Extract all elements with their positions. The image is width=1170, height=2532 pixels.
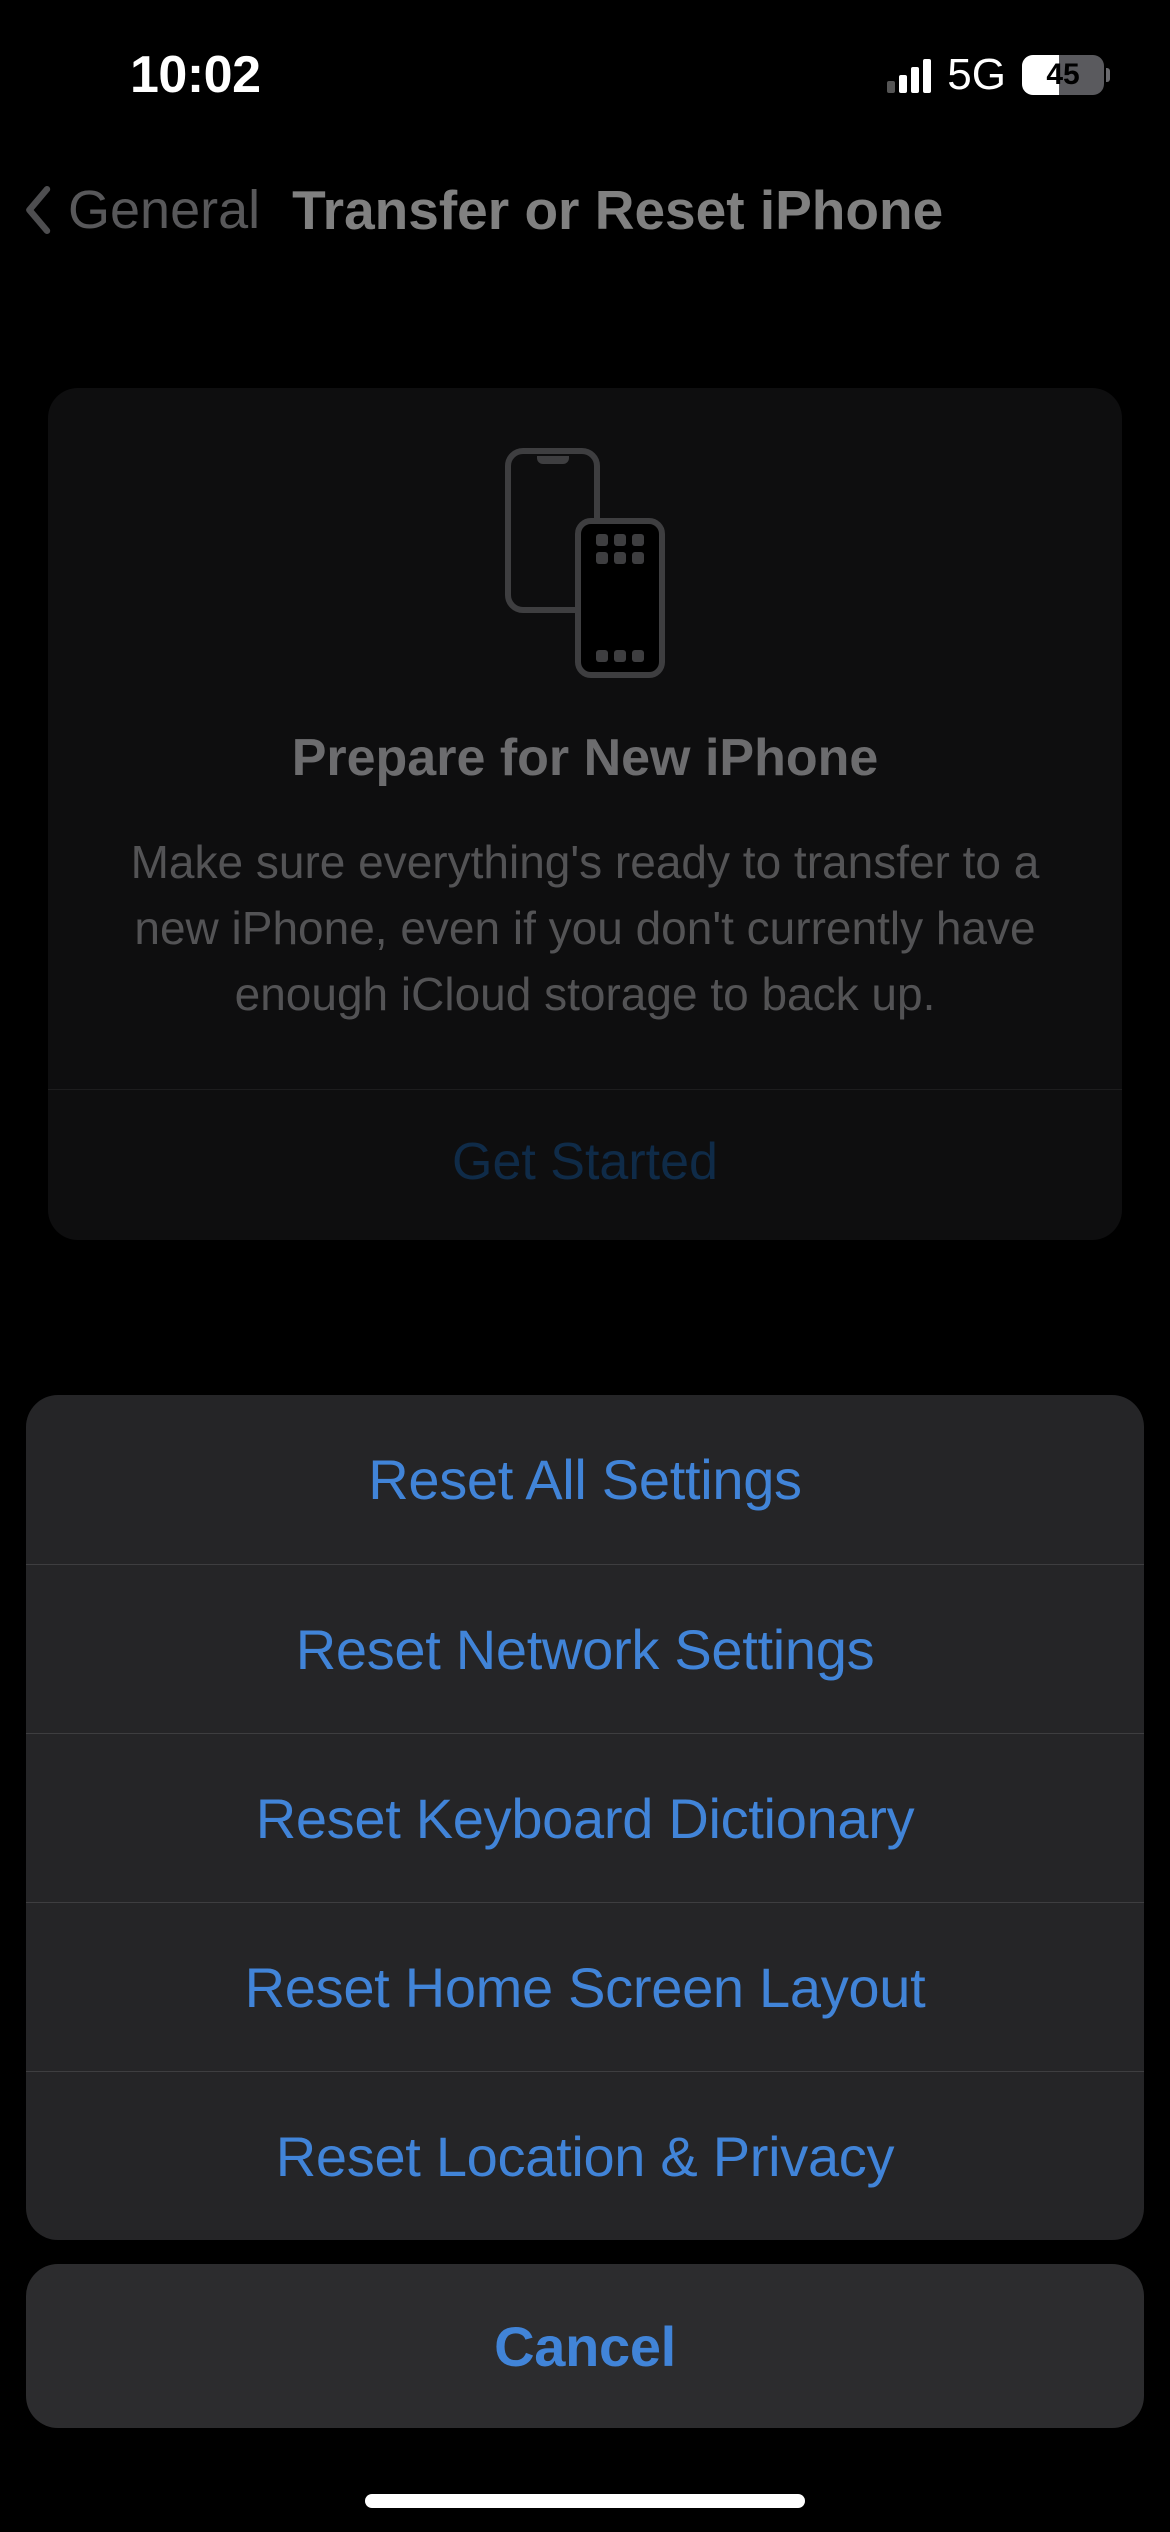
reset-network-settings-button[interactable]: Reset Network Settings xyxy=(26,1564,1144,1733)
prepare-description: Make sure everything's ready to transfer… xyxy=(96,830,1074,1027)
transfer-devices-icon xyxy=(505,448,665,678)
reset-options-group: Reset All Settings Reset Network Setting… xyxy=(26,1395,1144,2240)
reset-home-screen-layout-button[interactable]: Reset Home Screen Layout xyxy=(26,1902,1144,2071)
back-chevron-icon xyxy=(24,186,54,234)
status-time: 10:02 xyxy=(130,45,261,105)
prepare-title: Prepare for New iPhone xyxy=(96,728,1074,788)
nav-header: General Transfer or Reset iPhone xyxy=(0,162,1170,258)
get-started-button: Get Started xyxy=(96,1090,1074,1240)
network-type: 5G xyxy=(947,50,1006,100)
back-button-label: General xyxy=(68,179,260,241)
prepare-card: Prepare for New iPhone Make sure everyth… xyxy=(48,388,1122,1240)
home-indicator[interactable] xyxy=(365,2494,805,2508)
cancel-button[interactable]: Cancel xyxy=(26,2264,1144,2428)
status-bar: 10:02 5G 45 xyxy=(0,0,1170,150)
page-title: Transfer or Reset iPhone xyxy=(292,178,943,242)
cancel-group: Cancel xyxy=(26,2264,1144,2428)
reset-all-settings-button[interactable]: Reset All Settings xyxy=(26,1395,1144,1564)
reset-keyboard-dictionary-button[interactable]: Reset Keyboard Dictionary xyxy=(26,1733,1144,1902)
reset-location-privacy-button[interactable]: Reset Location & Privacy xyxy=(26,2071,1144,2240)
battery-icon: 45 xyxy=(1022,55,1110,95)
cellular-signal-icon xyxy=(887,57,931,93)
status-indicators: 5G 45 xyxy=(887,50,1110,100)
action-sheet: Reset All Settings Reset Network Setting… xyxy=(26,1395,1144,2428)
